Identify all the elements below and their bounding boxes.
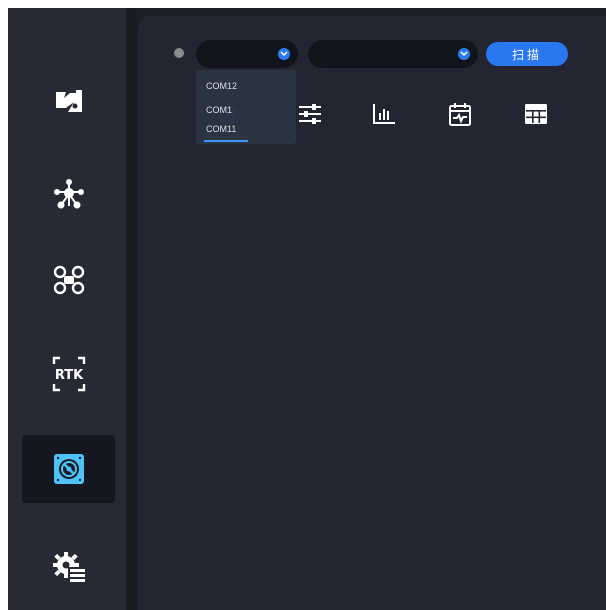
baudrate-select[interactable] (308, 40, 478, 68)
sidebar-divider (126, 8, 138, 610)
sidebar-item-image[interactable] (22, 67, 115, 135)
disk-icon (53, 454, 84, 484)
sliders-icon (299, 104, 321, 124)
sidebar-item-rtk[interactable]: RTK (22, 340, 115, 408)
sidebar-item-drone[interactable] (22, 246, 115, 314)
table-icon (525, 104, 547, 124)
sidebar-item-disk[interactable] (22, 435, 115, 503)
chevron-down-icon[interactable] (458, 48, 470, 60)
sidebar: RTK (8, 8, 126, 610)
gear-list-icon (52, 552, 86, 583)
image-icon (55, 90, 82, 112)
tool-table[interactable] (516, 96, 556, 132)
tool-monitor[interactable] (440, 96, 480, 132)
chevron-down-icon[interactable] (278, 48, 290, 60)
port-dropdown-menu: COM12 COM1 COM11 (196, 70, 296, 144)
network-icon (53, 179, 84, 209)
dropdown-option[interactable]: COM11 (206, 123, 236, 135)
dropdown-option[interactable]: COM1 (206, 104, 232, 116)
main-panel: 扫描 COM12 COM1 COM11 (138, 16, 606, 610)
app-window: RTK 扫描 COM12 COM1 COM11 (8, 8, 606, 610)
connection-status-indicator (174, 48, 184, 58)
rtk-icon: RTK (52, 356, 85, 392)
rtk-label: RTK (54, 368, 83, 383)
calendar-wave-icon (449, 103, 471, 126)
scan-button[interactable]: 扫描 (486, 42, 568, 66)
dropdown-option[interactable]: COM12 (206, 80, 237, 92)
drone-icon (53, 265, 84, 295)
port-select[interactable] (196, 40, 298, 68)
bar-chart-icon (373, 104, 395, 124)
dropdown-highlight (204, 140, 248, 142)
sidebar-item-settings[interactable] (22, 533, 115, 601)
sidebar-item-network[interactable] (22, 160, 115, 228)
tool-chart[interactable] (364, 96, 404, 132)
tool-settings[interactable] (290, 96, 330, 132)
